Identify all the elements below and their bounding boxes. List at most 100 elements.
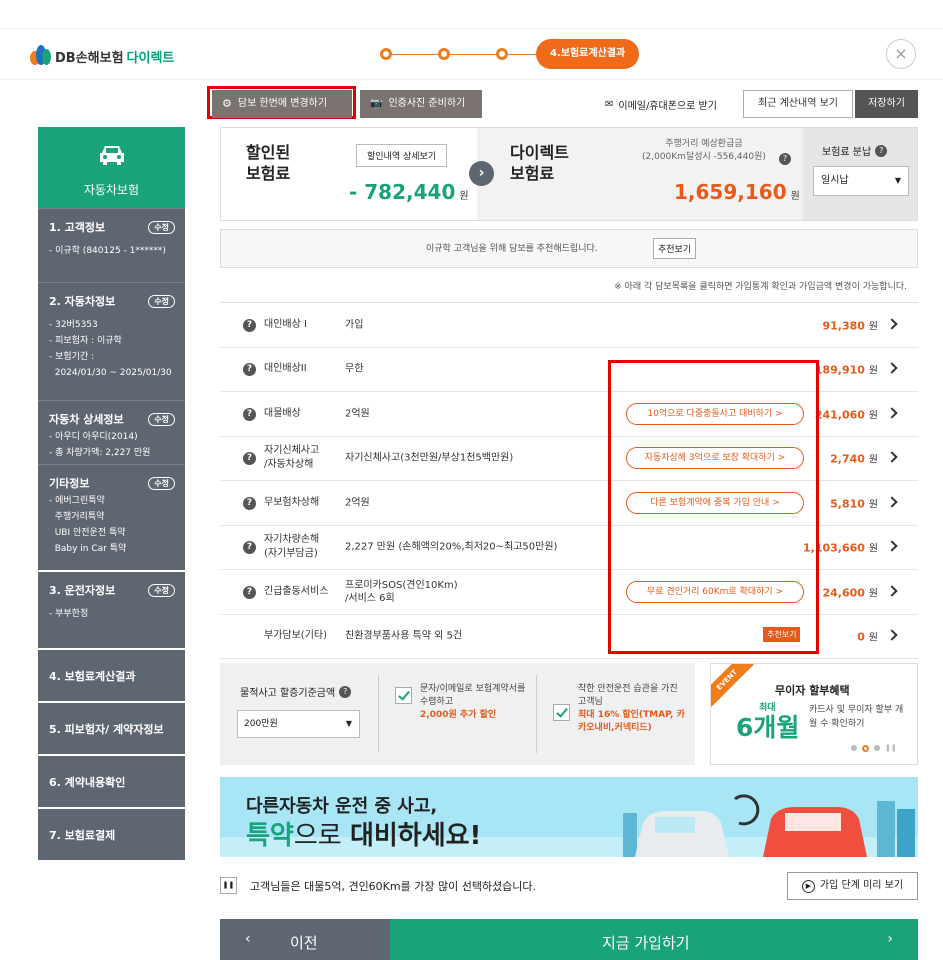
safe-driving-checkbox[interactable] <box>553 704 570 721</box>
sidebar-section-etc[interactable]: 기타정보 수정 - 에버그린특약 주행거리특약 UBI 안전운전 특약 Baby … <box>38 464 185 570</box>
promo-banner[interactable]: 다른자동차 운전 중 사고, 특약으로 대비하세요! <box>220 777 918 857</box>
chevron-right-icon <box>886 585 898 597</box>
edit-button[interactable]: 수정 <box>148 220 175 234</box>
close-icon[interactable]: × <box>886 39 916 69</box>
premium-summary: 할인된 보험료 할인내역 상세보기 - 782,440 원 › 다이렉트 보험료 주행… <box>220 127 918 221</box>
help-icon[interactable]: ? <box>243 452 256 466</box>
help-icon[interactable]: ? <box>243 496 256 510</box>
recommend-button[interactable]: 추천보기 <box>653 238 697 259</box>
edit-button[interactable]: 수정 <box>148 476 175 490</box>
next-button[interactable]: 지금 가입하기 › <box>390 919 918 960</box>
current-step: 4.보험료계산결과 <box>536 39 640 69</box>
direct-panel: › 다이렉트 보험료 주행거리 예상환급금 (2,000Km달성시 -556,440… <box>469 128 803 220</box>
help-icon[interactable]: ? <box>243 407 256 421</box>
recent-calc-button[interactable]: 최근 계산내역 보기 <box>743 90 853 118</box>
sidebar-section-insured[interactable]: 5. 피보험자/ 계약자정보 <box>38 701 185 754</box>
sms-option: 문자/이메일로 보험계약서를 수령하고 2,000원 추가 할인 <box>420 684 526 720</box>
sidebar-section-driver[interactable]: 3. 운전자정보 수정 - 부부한정 <box>38 570 185 648</box>
event-tag: EVENT <box>711 664 754 707</box>
discount-panel: 할인된 보험료 할인내역 상세보기 - 782,440 원 <box>221 128 477 220</box>
save-button[interactable]: 저장하기 <box>855 90 918 118</box>
coverage-amount: 2,740 원 <box>830 452 878 466</box>
sidebar-section-car-detail[interactable]: 자동차 상세정보 수정 - 아우디 아우디(2014) - 총 차량가액: 2,2… <box>38 400 185 464</box>
sidebar-section-customer[interactable]: 1. 고객정보 수정 - 이규학 (840125 - 1******) <box>38 208 185 282</box>
sidebar-car-title: 자동차보험 <box>83 183 140 197</box>
coverage-value: 친환경부품사용 특약 외 5건 <box>345 630 463 642</box>
discount-amount: - 782,440 원 <box>349 180 469 204</box>
sidebar-section-payment[interactable]: 7. 보험료결제 <box>38 807 185 860</box>
sidebar-section-result[interactable]: 4. 보험료계산결과 <box>38 648 185 701</box>
logo-text: DB손해보험 <box>55 50 124 66</box>
discount-detail-button[interactable]: 할인내역 상세보기 <box>356 144 448 167</box>
help-icon[interactable]: ? <box>243 585 256 599</box>
edit-button[interactable]: 수정 <box>148 412 175 426</box>
prev-button[interactable]: ‹ 이전 <box>220 919 390 960</box>
sms-checkbox[interactable] <box>395 687 412 704</box>
edit-button[interactable]: 수정 <box>148 294 175 308</box>
sliders-icon: ⚙ <box>222 97 232 110</box>
carousel-dots[interactable]: ❚❚ <box>851 744 897 752</box>
sidebar-section-title: 7. 보험료결제 <box>49 829 116 842</box>
help-icon[interactable]: ? <box>339 685 352 698</box>
installment-label: 보험료 분납? <box>822 143 888 158</box>
coverage-value: 2억원 <box>345 408 370 420</box>
chevron-right-icon <box>886 362 898 374</box>
email-send-link[interactable]: ✉ 이메일/휴대폰으로 받기 <box>605 97 717 112</box>
sidebar-line: - 아우디 아우디(2014) <box>49 432 138 442</box>
sidebar-line: - 32버5353 <box>49 320 98 330</box>
logo-direct: 다이렉트 <box>126 50 175 66</box>
coverage-amount: 189,910 원 <box>814 363 878 377</box>
sidebar-section-car[interactable]: 2. 자동차정보 수정 - 32버5353 - 피보험자 : 이규학 - 보험기간… <box>38 282 185 400</box>
photo-ready-button[interactable]: 📷 인증사진 준비하기 <box>360 90 482 118</box>
coverage-row[interactable]: ? 대인배상 I 가입 91,380 원 <box>220 303 918 348</box>
coverage-name: 자기신체사고 /자동차상해 <box>264 445 320 471</box>
sidebar-line: Baby in Car 특약 <box>49 544 127 554</box>
sidebar-car-header: 자동차보험 <box>38 127 185 208</box>
coverage-amount: 0 원 <box>857 630 878 644</box>
step-dot <box>380 48 392 60</box>
coverage-amount: 5,810 원 <box>830 497 878 511</box>
sidebar-line: UBI 안전운전 특약 <box>49 528 126 538</box>
coverage-name: 대인배상 I <box>264 318 307 330</box>
pause-icon[interactable]: ❚❚ <box>220 877 237 894</box>
coverage-name: 긴급출동서비스 <box>264 585 329 597</box>
sidebar-line: - 총 차량가액: 2,227 만원 <box>49 448 151 458</box>
notice-text: ※ 아래 각 담보목록을 클릭하면 가입통계 확인과 가입금액 변경이 가능합니… <box>614 282 907 292</box>
change-coverage-button[interactable]: ⚙ 담보 한번에 변경하기 <box>212 90 352 118</box>
chevron-right-icon <box>886 451 898 463</box>
sidebar-section-title: 6. 계약내용확인 <box>49 776 126 789</box>
sidebar-line: - 피보험자 : 이규학 <box>49 336 122 346</box>
event-card[interactable]: EVENT 무이자 할부혜택 최대 6개월 카드사 및 무이자 할부 개월 수 … <box>710 663 918 765</box>
edit-button[interactable]: 수정 <box>148 583 175 597</box>
installment-select[interactable]: 일시납 ▼ <box>813 166 909 196</box>
sidebar-section-title: 4. 보험료계산결과 <box>49 670 136 683</box>
email-label: 이메일/휴대폰으로 받기 <box>618 101 717 112</box>
banner-line2: 특약으로 대비하세요! <box>246 821 482 851</box>
coverage-value: 자기신체사고(3천만원/부상1천5백만원) <box>345 452 514 464</box>
prev-label: 이전 <box>290 934 318 952</box>
chevron-right-icon <box>886 540 898 552</box>
preview-steps-button[interactable]: ▶ 가입 단계 미리 보기 <box>787 872 918 900</box>
help-icon[interactable]: ? <box>243 363 256 377</box>
direct-label: 다이렉트 보험료 <box>510 143 569 183</box>
help-icon[interactable]: ? <box>875 144 888 157</box>
help-icon[interactable]: ? <box>243 541 256 555</box>
recommend-bar: 이규학 고객님을 위해 담보를 추천해드립니다. 추천보기 <box>220 229 918 268</box>
coverage-name: 대인배상II <box>264 363 307 375</box>
installment-panel: 보험료 분납? 일시납 ▼ <box>803 128 917 220</box>
coverage-amount: 24,600 원 <box>822 586 879 600</box>
sidebar-section-title: 1. 고객정보 <box>49 221 106 234</box>
chevron-right-icon: › <box>469 161 494 186</box>
accident-select[interactable]: 200만원 ▼ <box>237 710 360 738</box>
sidebar-line: - 이규학 (840125 - 1******) <box>49 246 166 256</box>
coverage-name: 부가담보(기타) <box>264 630 328 642</box>
next-label: 지금 가입하기 <box>602 934 690 952</box>
help-icon[interactable]: ? <box>243 318 256 332</box>
db-logo[interactable]: DB손해보험 다이렉트 <box>30 43 174 69</box>
coverage-value: 가입 <box>345 319 364 331</box>
step-dot <box>496 48 508 60</box>
help-icon[interactable]: ? <box>779 153 791 165</box>
recommend-text: 이규학 고객님을 위해 담보를 추천해드립니다. <box>426 244 598 254</box>
sidebar-section-confirm[interactable]: 6. 계약내용확인 <box>38 754 185 807</box>
sidebar-line: - 에버그린특약 <box>49 496 105 506</box>
